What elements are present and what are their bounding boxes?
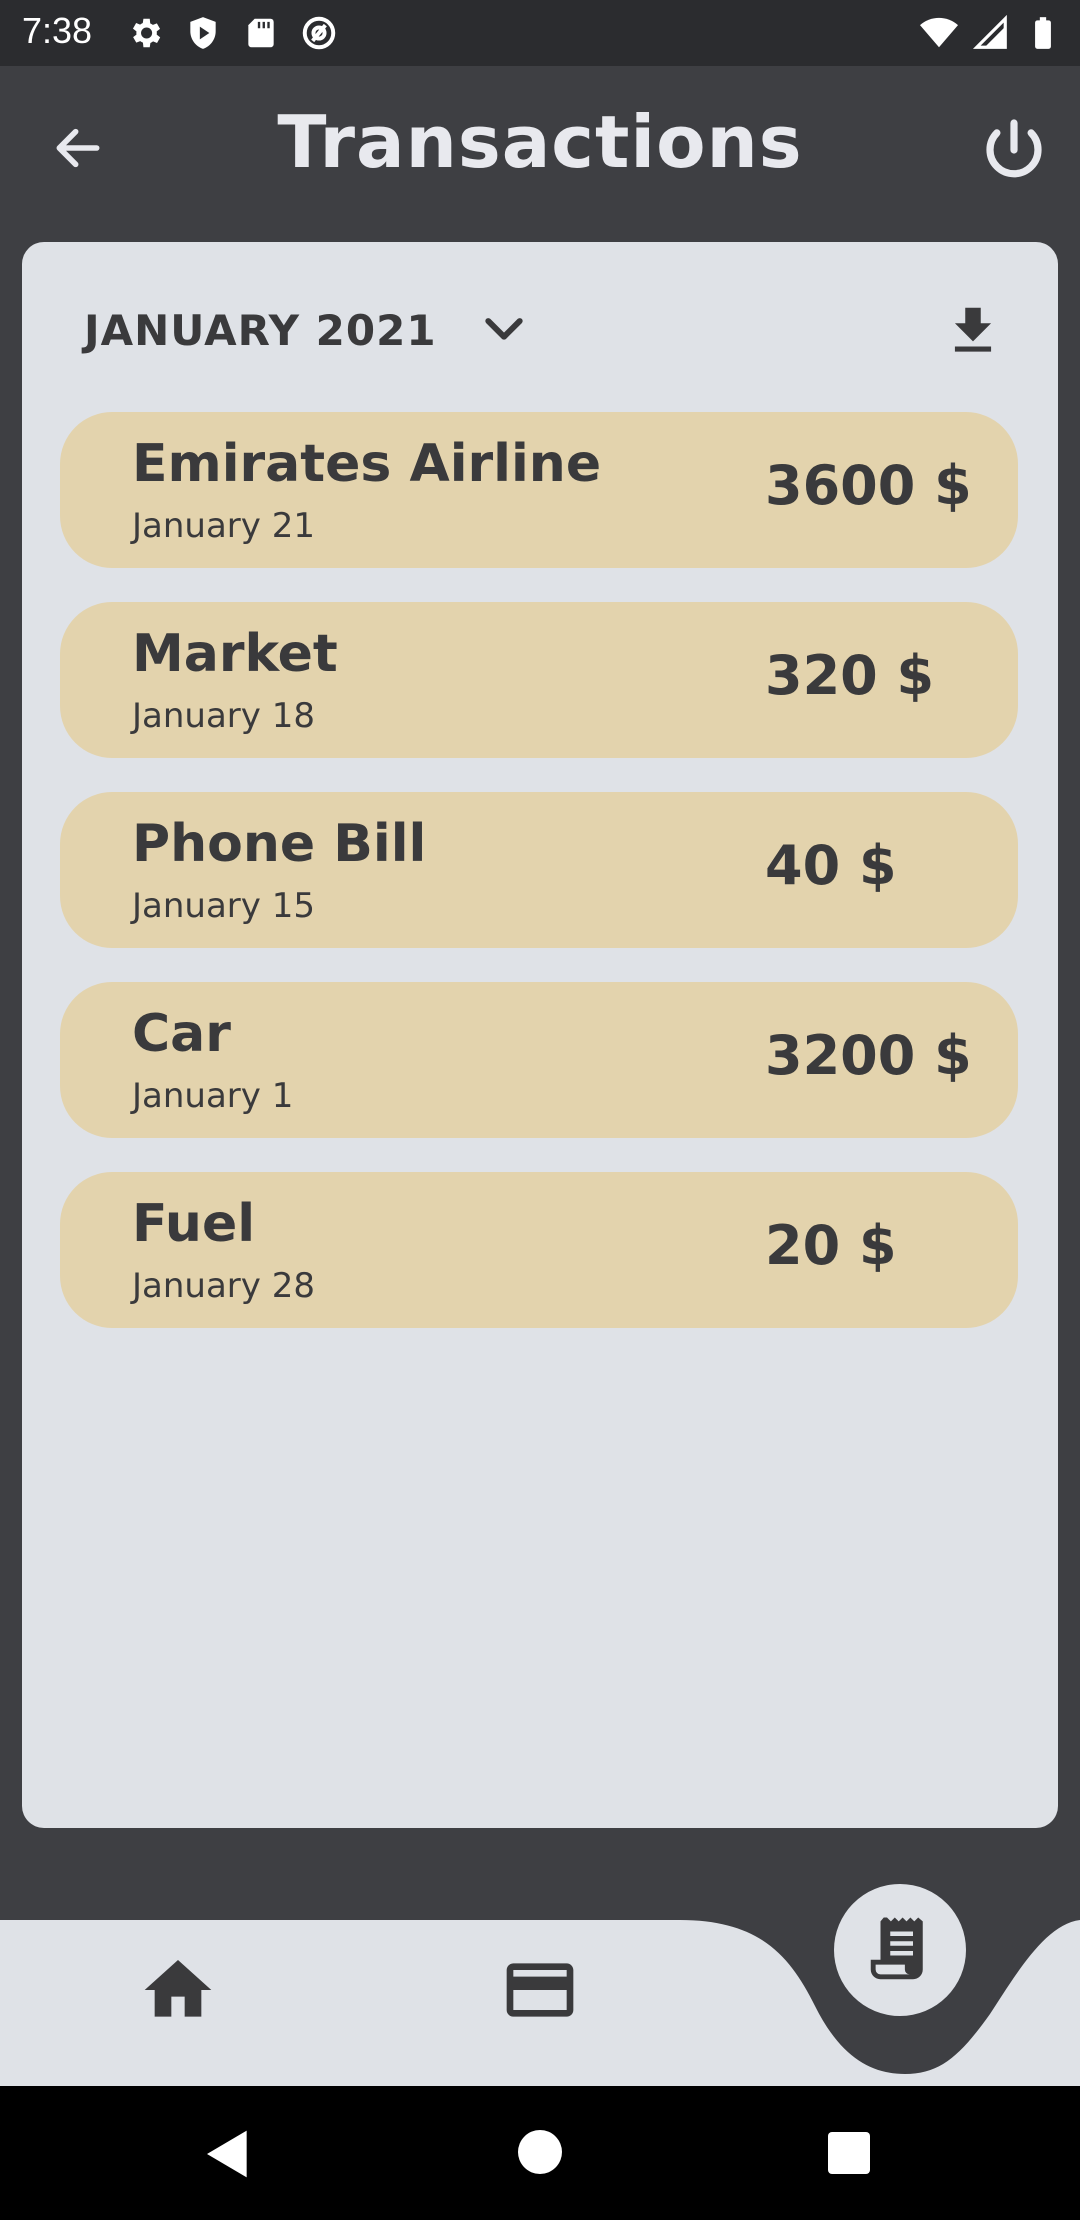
status-icons-left (126, 14, 338, 52)
home-icon[interactable] (138, 1950, 218, 2030)
receipt-icon (870, 1917, 923, 1980)
app-bar: Transactions (0, 66, 1080, 242)
status-time: 7:38 (22, 10, 93, 51)
signal-icon (972, 14, 1007, 49)
transaction-date: January 21 (132, 506, 315, 546)
bottom-nav (0, 1884, 1080, 2086)
transaction-item[interactable]: Emirates Airline January 21 3600 $ (60, 412, 1018, 568)
transaction-name: Car (132, 1004, 231, 1064)
sd-card-icon (248, 18, 274, 48)
transaction-date: January 1 (132, 1076, 294, 1116)
status-icons-right (920, 14, 1062, 52)
transactions-card: JANUARY 2021 Emirates Airline January 21… (22, 242, 1058, 1828)
gear-icon (132, 18, 161, 48)
system-recents-icon[interactable] (828, 2132, 870, 2174)
transaction-item[interactable]: Phone Bill January 15 40 $ (60, 792, 1018, 948)
transaction-item[interactable]: Market January 18 320 $ (60, 602, 1018, 758)
transaction-amount: 40 $ (765, 834, 897, 897)
credit-card-icon[interactable] (500, 1950, 580, 2030)
battery-icon (1035, 17, 1051, 49)
power-icon[interactable] (978, 114, 1050, 186)
wifi-icon (920, 17, 958, 48)
status-bar: 7:38 (0, 0, 1080, 66)
transaction-amount: 3200 $ (765, 1024, 972, 1087)
transaction-amount: 320 $ (765, 644, 935, 707)
at-icon (302, 16, 336, 50)
system-back-icon[interactable] (200, 2126, 256, 2182)
system-home-icon[interactable] (518, 2130, 562, 2174)
month-selector[interactable]: JANUARY 2021 (84, 300, 531, 360)
transaction-date: January 28 (132, 1266, 315, 1306)
system-nav-bar (0, 2086, 1080, 2220)
transaction-name: Phone Bill (132, 814, 427, 874)
shield-icon (190, 17, 216, 49)
month-label: JANUARY 2021 (84, 305, 437, 355)
transaction-date: January 18 (132, 696, 315, 736)
transaction-list: Emirates Airline January 21 3600 $ Marke… (60, 412, 1018, 1362)
chevron-down-icon[interactable] (477, 303, 531, 357)
transaction-date: January 15 (132, 886, 315, 926)
transaction-item[interactable]: Fuel January 28 20 $ (60, 1172, 1018, 1328)
transaction-amount: 20 $ (765, 1214, 897, 1277)
transaction-name: Emirates Airline (132, 434, 602, 494)
transaction-name: Market (132, 624, 338, 684)
receipt-button[interactable] (834, 1884, 966, 2016)
download-icon[interactable] (942, 300, 1004, 362)
transaction-amount: 3600 $ (765, 454, 972, 517)
transaction-item[interactable]: Car January 1 3200 $ (60, 982, 1018, 1138)
transaction-name: Fuel (132, 1194, 256, 1254)
page-title: Transactions (277, 100, 803, 184)
